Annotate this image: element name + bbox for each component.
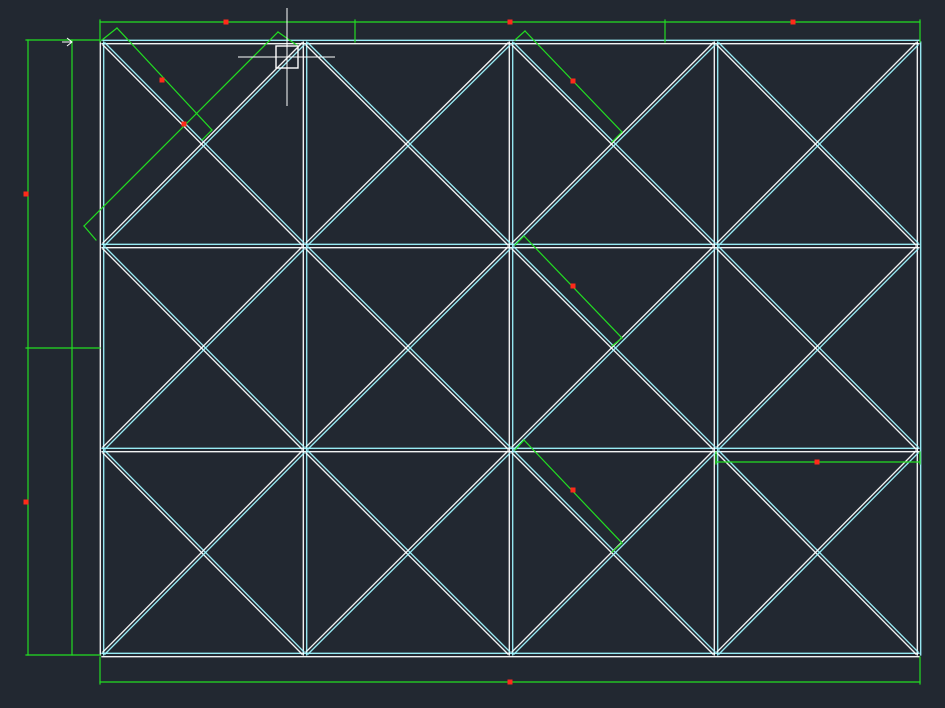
grip-icon-11[interactable] [814,459,820,465]
grip-icon-5[interactable] [23,499,29,505]
grip-icon-0[interactable] [223,19,229,25]
grip-icon-3[interactable] [507,679,513,685]
grip-icon-6[interactable] [159,77,165,83]
grip-icon-1[interactable] [507,19,513,25]
grip-icon-7[interactable] [181,121,187,127]
model-space-background [0,0,945,708]
grip-icon-10[interactable] [570,487,576,493]
cad-drawing-canvas[interactable] [0,0,945,708]
grip-icon-9[interactable] [570,283,576,289]
grip-icon-4[interactable] [23,191,29,197]
grip-icon-2[interactable] [790,19,796,25]
grip-icon-8[interactable] [570,78,576,84]
